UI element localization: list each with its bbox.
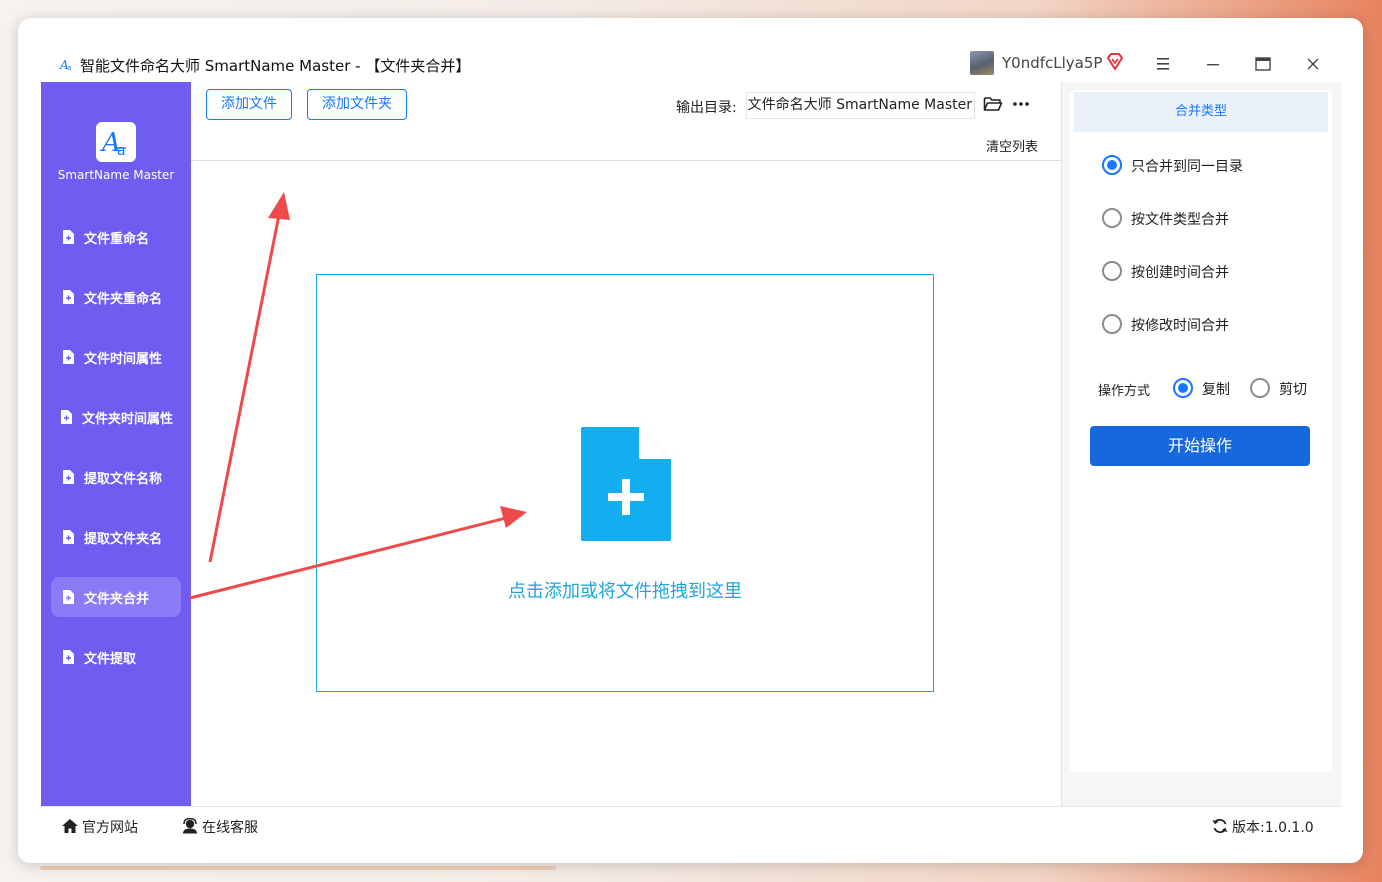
footer-bar: 官方网站 在线客服 版本:1.0.1.0 bbox=[41, 806, 1341, 845]
version-info: 版本:1.0.1.0 bbox=[1211, 817, 1314, 837]
username[interactable]: Y0ndfcLlya5P bbox=[1002, 54, 1102, 72]
radio-label: 按创建时间合并 bbox=[1131, 265, 1229, 281]
file-drop-zone[interactable]: 点击添加或将文件拖拽到这里 bbox=[316, 274, 934, 692]
svg-text:a: a bbox=[67, 64, 71, 72]
output-dir-field[interactable]: 智能文件命名大师 SmartName Master bbox=[746, 92, 975, 119]
radio-label: 复制 bbox=[1202, 382, 1230, 398]
sidebar-item-label: 文件重命名 bbox=[84, 232, 150, 247]
divider bbox=[191, 160, 1061, 161]
clear-list-button[interactable]: 清空列表 bbox=[986, 136, 1038, 155]
file-icon bbox=[61, 410, 72, 424]
merge-type-title: 合并类型 bbox=[1074, 92, 1328, 132]
online-support-link[interactable]: 在线客服 bbox=[181, 817, 258, 837]
sidebar-item-label: 提取文件夹名 bbox=[84, 532, 163, 547]
operation-mode-label: 操作方式 bbox=[1098, 384, 1151, 399]
radio-button[interactable] bbox=[1102, 208, 1122, 228]
home-icon bbox=[62, 819, 78, 833]
taskbar-strip bbox=[40, 866, 556, 870]
sidebar-item-label: 文件夹合并 bbox=[84, 592, 150, 607]
radio-button[interactable] bbox=[1102, 155, 1122, 175]
version-text: 版本:1.0.1.0 bbox=[1232, 820, 1314, 836]
radio-label: 按文件类型合并 bbox=[1131, 212, 1229, 228]
official-website-label: 官方网站 bbox=[82, 820, 138, 836]
sidebar-item-label: 提取文件名称 bbox=[84, 472, 163, 487]
sidebar-item-extract-foldername[interactable]: 提取文件夹名 bbox=[51, 517, 181, 557]
radio-button[interactable] bbox=[1102, 314, 1122, 334]
radio-button[interactable] bbox=[1173, 378, 1193, 398]
window-title: 智能文件命名大师 SmartName Master - 【文件夹合并】 bbox=[80, 57, 471, 75]
output-dir-value: 智能文件命名大师 SmartName Master bbox=[747, 97, 972, 113]
more-options-icon[interactable] bbox=[1011, 94, 1031, 114]
file-icon bbox=[63, 650, 74, 664]
sidebar-item-label: 文件夹重命名 bbox=[84, 292, 163, 307]
vip-diamond-icon[interactable] bbox=[1105, 52, 1125, 72]
sidebar-item-folder-merge[interactable]: 文件夹合并 bbox=[51, 577, 181, 617]
user-avatar[interactable] bbox=[970, 51, 994, 75]
radio-button[interactable] bbox=[1102, 261, 1122, 281]
customer-service-icon bbox=[183, 818, 197, 834]
sidebar-item-label: 文件时间属性 bbox=[84, 352, 163, 367]
drop-zone-hint: 点击添加或将文件拖拽到这里 bbox=[508, 581, 742, 602]
online-support-label: 在线客服 bbox=[202, 820, 258, 836]
sidebar-item-folder-time[interactable]: 文件夹时间属性 bbox=[51, 397, 181, 437]
file-icon bbox=[63, 470, 74, 484]
sidebar-item-extract-filename[interactable]: 提取文件名称 bbox=[51, 457, 181, 497]
minimize-icon[interactable] bbox=[1198, 50, 1228, 78]
file-icon bbox=[63, 350, 74, 364]
add-folder-button[interactable]: 添加文件夹 bbox=[307, 89, 407, 120]
official-website-link[interactable]: 官方网站 bbox=[61, 817, 138, 837]
file-add-icon bbox=[581, 427, 671, 541]
title-bar: A a 智能文件命名大师 SmartName Master - 【文件夹合并】 … bbox=[18, 48, 1341, 82]
main-area: 添加文件 添加文件夹 输出目录: 智能文件命名大师 SmartName Mast… bbox=[191, 82, 1062, 806]
radio-label: 按修改时间合并 bbox=[1131, 318, 1229, 334]
menu-icon[interactable] bbox=[1148, 50, 1178, 78]
radio-label: 剪切 bbox=[1279, 382, 1307, 398]
sidebar-item-label: 文件提取 bbox=[84, 652, 137, 667]
file-icon bbox=[63, 290, 74, 304]
output-dir-label: 输出目录: bbox=[676, 100, 737, 116]
sidebar-item-folder-rename[interactable]: 文件夹重命名 bbox=[51, 277, 181, 317]
sidebar-item-file-rename[interactable]: 文件重命名 bbox=[51, 217, 181, 257]
maximize-icon[interactable] bbox=[1248, 50, 1278, 78]
close-icon[interactable] bbox=[1298, 50, 1328, 78]
options-card: 合并类型 只合并到同一目录 按文件类型合并 按创建时间合并 按修改时间合并 操作… bbox=[1070, 90, 1332, 772]
sidebar-item-file-time[interactable]: 文件时间属性 bbox=[51, 337, 181, 377]
app-window: A a 智能文件命名大师 SmartName Master - 【文件夹合并】 … bbox=[18, 18, 1363, 863]
radio-button[interactable] bbox=[1250, 378, 1270, 398]
sidebar: A a SmartName Master 文件重命名 文件夹重命名 文件时间属性… bbox=[41, 82, 191, 806]
radio-label: 只合并到同一目录 bbox=[1131, 159, 1243, 175]
start-operation-button[interactable]: 开始操作 bbox=[1090, 426, 1310, 466]
refresh-icon bbox=[1212, 818, 1228, 834]
sidebar-item-file-extract[interactable]: 文件提取 bbox=[51, 637, 181, 677]
folder-open-icon[interactable] bbox=[983, 95, 1003, 113]
app-logo-icon: A a bbox=[96, 122, 136, 162]
add-file-button[interactable]: 添加文件 bbox=[206, 89, 292, 120]
right-panel: 合并类型 只合并到同一目录 按文件类型合并 按创建时间合并 按修改时间合并 操作… bbox=[1062, 82, 1341, 806]
sidebar-item-label: 文件夹时间属性 bbox=[82, 412, 174, 427]
file-icon bbox=[63, 230, 74, 244]
logo-text: SmartName Master bbox=[57, 168, 175, 182]
file-icon bbox=[63, 590, 74, 604]
app-logo-icon: A a bbox=[58, 56, 74, 72]
svg-text:a: a bbox=[117, 143, 126, 159]
file-icon bbox=[63, 530, 74, 544]
